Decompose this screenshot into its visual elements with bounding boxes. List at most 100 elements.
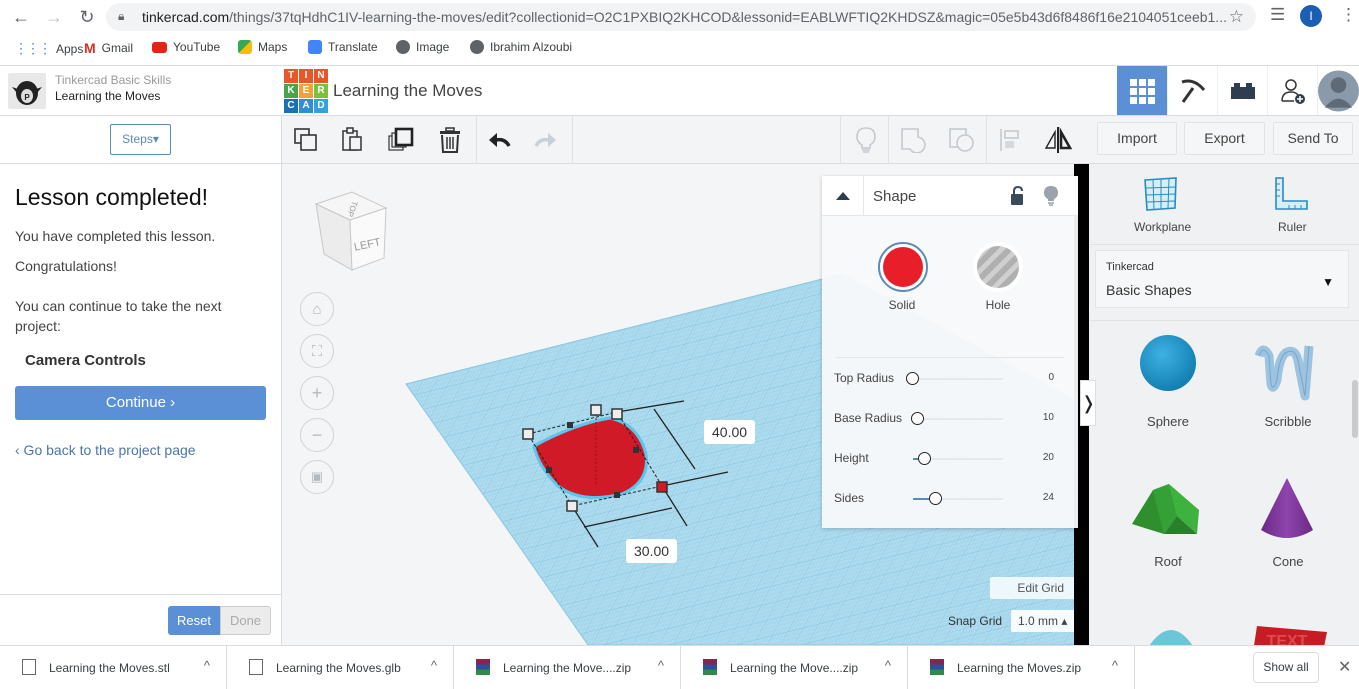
tinkercad-logo[interactable]: TIN KER CAD xyxy=(284,69,328,113)
continue-button[interactable]: Continue › xyxy=(15,386,266,420)
width-dimension-label[interactable]: 30.00 xyxy=(626,539,678,563)
reading-list-icon[interactable]: ☰ xyxy=(1270,5,1285,25)
solid-mode-button[interactable] xyxy=(878,242,928,292)
collapse-inspector-button[interactable] xyxy=(822,176,864,216)
shape-library-select[interactable]: Tinkercad Basic Shapes ▼ xyxy=(1095,250,1349,308)
param-slider[interactable] xyxy=(913,452,1003,465)
edit-grid-button[interactable]: Edit Grid xyxy=(990,577,1074,599)
shape-text[interactable]: TEXT xyxy=(1251,622,1331,645)
bookmark-label: Maps xyxy=(258,40,288,54)
collapse-shapes-panel-button[interactable]: ❭ xyxy=(1080,380,1096,426)
zoom-in-button[interactable]: + xyxy=(300,376,334,410)
param-slider-knob[interactable] xyxy=(906,372,919,385)
param-value[interactable]: 10 xyxy=(1043,412,1054,423)
profile-avatar[interactable]: I xyxy=(1300,5,1322,27)
shapes-panel-scrollbar[interactable] xyxy=(1352,380,1358,438)
download-item[interactable]: Learning the Moves.stl ^ xyxy=(0,646,227,689)
invite-user-button[interactable] xyxy=(1267,66,1317,115)
undo-button[interactable] xyxy=(481,122,517,158)
align-button[interactable] xyxy=(992,122,1028,158)
lock-icon: 🔒︎ xyxy=(118,9,125,23)
download-item[interactable]: Learning the Move....zip ^ xyxy=(681,646,908,689)
blocks-view-button[interactable] xyxy=(1167,66,1217,115)
param-slider-knob[interactable] xyxy=(929,492,943,505)
chevron-up-icon[interactable]: ^ xyxy=(1112,658,1118,673)
logo-tile: A xyxy=(299,99,313,113)
send-to-button[interactable]: Send To xyxy=(1273,122,1353,155)
param-slider[interactable] xyxy=(906,372,1003,385)
address-bar[interactable]: 🔒︎ tinkercad.com/things/37tqHdhC1IV-lear… xyxy=(106,3,1256,31)
steps-dropdown-button[interactable]: Steps▾ xyxy=(110,124,171,155)
export-button[interactable]: Export xyxy=(1184,122,1265,155)
go-back-link[interactable]: ‹ Go back to the project page xyxy=(15,442,196,458)
download-item[interactable]: Learning the Moves.zip ^ xyxy=(908,646,1135,689)
bookmark-translate[interactable]: Translate xyxy=(308,40,378,54)
chevron-up-icon[interactable]: ^ xyxy=(885,658,891,673)
back-button[interactable]: ← xyxy=(10,6,32,28)
download-filename: Learning the Move....zip xyxy=(730,661,859,675)
bookmark-gmail[interactable]: M Gmail xyxy=(84,40,133,56)
depth-dimension-label[interactable]: 40.00 xyxy=(704,420,756,444)
bookmark-youtube[interactable]: YouTube xyxy=(152,40,220,54)
param-slider-knob[interactable] xyxy=(917,452,931,465)
shape-sphere[interactable] xyxy=(1131,332,1201,407)
edit-toolbar xyxy=(282,116,1089,164)
zoom-out-button[interactable]: − xyxy=(300,418,334,452)
lock-button[interactable] xyxy=(1010,185,1024,211)
plus-icon: + xyxy=(311,382,323,403)
bookmark-image[interactable]: Image xyxy=(396,40,449,54)
design-title[interactable]: Learning the Moves xyxy=(333,81,482,101)
hole-mode-button[interactable] xyxy=(973,242,1023,292)
3d-design-view-button[interactable] xyxy=(1117,66,1167,115)
ungroup-button[interactable] xyxy=(944,122,980,158)
chevron-up-icon[interactable]: ^ xyxy=(204,658,210,673)
paste-button[interactable] xyxy=(334,122,370,158)
file-icon xyxy=(22,659,36,675)
home-view-button[interactable]: ⌂ xyxy=(300,292,334,326)
param-slider[interactable] xyxy=(911,412,1003,425)
show-all-button[interactable] xyxy=(848,122,884,158)
redo-button[interactable] xyxy=(528,122,564,158)
bookmark-maps[interactable]: Maps xyxy=(238,40,287,54)
menu-kebab-icon[interactable]: ⋮ xyxy=(1340,5,1357,25)
chevron-up-icon[interactable]: ^ xyxy=(658,658,664,673)
download-filename: Learning the Moves.zip xyxy=(957,661,1082,675)
duplicate-button[interactable] xyxy=(383,122,419,158)
bricks-view-button[interactable] xyxy=(1217,66,1267,115)
shape-half-sphere[interactable] xyxy=(1141,616,1201,646)
copy-button[interactable] xyxy=(288,122,324,158)
bookmark-star-icon[interactable]: ☆ xyxy=(1229,7,1244,27)
view-cube[interactable]: LEFT TOP xyxy=(310,186,390,281)
param-value[interactable]: 24 xyxy=(1043,492,1054,503)
show-all-downloads-button[interactable]: Show all xyxy=(1253,652,1319,683)
download-item[interactable]: Learning the Moves.glb ^ xyxy=(227,646,454,689)
reset-button[interactable]: Reset xyxy=(168,606,220,635)
ruler-tool[interactable] xyxy=(1273,176,1309,217)
import-button[interactable]: Import xyxy=(1097,122,1177,155)
snap-grid-select[interactable]: 1.0 mm ▴ xyxy=(1011,610,1074,632)
param-slider-knob[interactable] xyxy=(911,412,925,425)
mirror-button[interactable] xyxy=(1040,122,1076,158)
toolbar-divider xyxy=(840,116,841,164)
close-icon[interactable]: ✕ xyxy=(1338,657,1351,677)
delete-button[interactable] xyxy=(432,122,468,158)
shape-scribble[interactable] xyxy=(1249,336,1319,411)
chevron-up-icon[interactable]: ^ xyxy=(431,658,437,673)
reload-button[interactable]: ↻ xyxy=(76,6,98,28)
ortho-view-button[interactable]: ▣ xyxy=(300,460,334,494)
workplane-tool[interactable] xyxy=(1143,176,1179,217)
bookmark-apps[interactable]: ⋮⋮⋮ Apps xyxy=(14,40,83,57)
download-item[interactable]: Learning the Move....zip ^ xyxy=(454,646,681,689)
param-value[interactable]: 0 xyxy=(1048,372,1054,383)
visibility-button[interactable] xyxy=(1043,185,1059,212)
done-button[interactable]: Done xyxy=(220,606,271,635)
fit-view-button[interactable]: ⛶ xyxy=(300,334,334,368)
param-value[interactable]: 20 xyxy=(1043,452,1054,463)
user-avatar[interactable] xyxy=(1317,66,1359,115)
bookmark-ibrahim[interactable]: Ibrahim Alzoubi xyxy=(470,40,572,54)
param-slider[interactable] xyxy=(913,492,1003,505)
forward-button[interactable]: → xyxy=(43,6,65,28)
group-button[interactable] xyxy=(896,122,932,158)
shape-cone[interactable] xyxy=(1257,474,1317,549)
shape-roof[interactable] xyxy=(1129,476,1204,543)
